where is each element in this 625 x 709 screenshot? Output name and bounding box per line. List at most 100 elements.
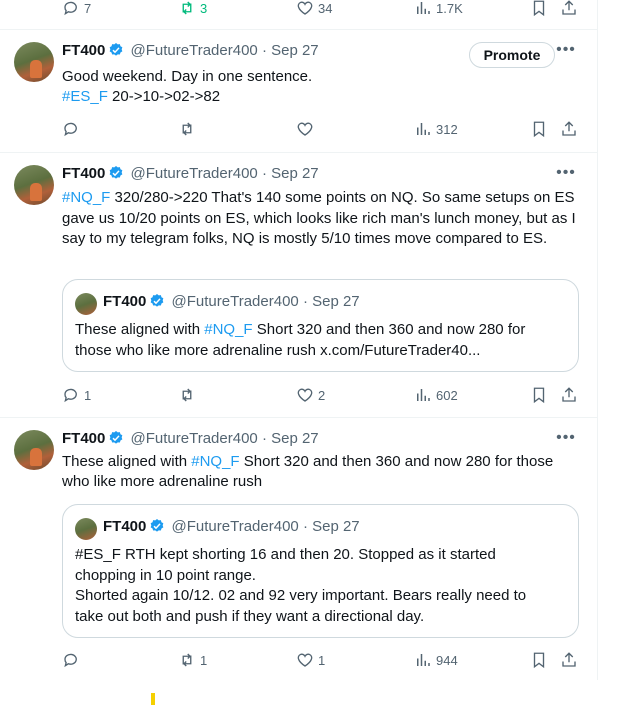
action-bar: 1 1 944 xyxy=(62,650,582,670)
avatar[interactable] xyxy=(14,430,54,470)
reply-button[interactable]: 7 xyxy=(62,0,91,18)
reply-icon xyxy=(64,122,77,137)
tweet[interactable]: FT400 @FutureTrader400 · Sep 27 ••• Thes… xyxy=(0,417,597,680)
timestamp[interactable]: · Sep 27 xyxy=(262,430,319,447)
quoted-header: FT400 @FutureTrader400 · Sep 27 xyxy=(103,292,360,312)
retweet-icon xyxy=(182,653,192,667)
retweet-icon xyxy=(182,122,192,136)
tweet-text-rest: 20->10->02->82 xyxy=(107,88,221,105)
views-icon xyxy=(417,123,430,135)
handle[interactable]: @FutureTrader400 xyxy=(131,165,258,182)
timeline: 7 3 34 1.7K FT400 @FutureTrader400 · Sep… xyxy=(0,0,598,680)
bookmark-button[interactable] xyxy=(530,650,548,670)
timestamp[interactable]: · Sep 27 xyxy=(262,42,319,59)
heart-icon xyxy=(297,1,313,15)
verified-badge-icon xyxy=(110,43,123,56)
tweet-text: Good weekend. Day in one sentence. #ES_F… xyxy=(62,67,582,107)
bookmark-icon xyxy=(533,652,545,669)
like-button[interactable]: 2 xyxy=(296,385,325,405)
like-button[interactable]: 34 xyxy=(296,0,332,18)
heart-icon xyxy=(297,122,313,136)
hashtag-link[interactable]: #NQ_F xyxy=(62,189,110,206)
text-cursor-marker xyxy=(151,693,155,705)
view-count: 1.7K xyxy=(436,0,463,16)
more-options-icon[interactable]: ••• xyxy=(555,42,577,62)
hashtag-link[interactable]: #NQ_F xyxy=(204,321,252,338)
tweet-header: FT400 @FutureTrader400 · Sep 27 xyxy=(62,429,319,449)
verified-badge-icon xyxy=(110,431,123,444)
like-count: 34 xyxy=(318,0,333,16)
quoted-avatar xyxy=(75,293,97,315)
bookmark-button[interactable] xyxy=(530,385,548,405)
reply-icon xyxy=(64,1,77,16)
verified-badge-icon xyxy=(151,519,164,532)
views-button[interactable]: 312 xyxy=(414,119,458,139)
share-button[interactable] xyxy=(560,385,578,405)
bookmark-button[interactable] xyxy=(530,119,548,139)
share-icon xyxy=(562,652,576,667)
views-icon xyxy=(417,389,430,401)
share-button[interactable] xyxy=(560,119,578,139)
reply-button[interactable] xyxy=(62,650,80,670)
display-name[interactable]: FT400 xyxy=(62,165,105,182)
quoted-text-line: Shorted again 10/12. 02 and 92 very impo… xyxy=(75,587,527,604)
quoted-text: These aligned with #NQ_F Short 320 and t… xyxy=(75,320,565,361)
reply-icon xyxy=(64,388,77,403)
reply-icon xyxy=(64,653,77,668)
more-options-icon[interactable]: ••• xyxy=(555,165,577,185)
hashtag-link[interactable]: #ES_F xyxy=(62,88,108,105)
tweet-text-pre: These aligned with xyxy=(62,453,192,470)
retweet-icon xyxy=(182,388,192,402)
quoted-text-pre: These aligned with xyxy=(75,321,205,338)
avatar[interactable] xyxy=(14,42,54,82)
timestamp[interactable]: · Sep 27 xyxy=(262,165,319,182)
quoted-text: #ES_F RTH kept shorting 16 and then 20. … xyxy=(75,545,570,627)
share-button[interactable] xyxy=(560,0,578,18)
quoted-tweet[interactable]: FT400 @FutureTrader400 · Sep 27 These al… xyxy=(62,279,579,372)
like-button[interactable]: 1 xyxy=(296,650,325,670)
quoted-tweet[interactable]: FT400 @FutureTrader400 · Sep 27 #ES_F RT… xyxy=(62,504,579,638)
hashtag-link[interactable]: #NQ_F xyxy=(191,453,239,470)
tweet-text: These aligned with #NQ_F Short 320 and t… xyxy=(62,452,582,492)
reply-count: 7 xyxy=(84,0,92,16)
tweet-text-line: Good weekend. Day in one sentence. xyxy=(62,68,313,85)
views-button[interactable]: 1.7K xyxy=(414,0,463,18)
tweet[interactable]: FT400 @FutureTrader400 · Sep 27 Promote … xyxy=(0,29,597,153)
retweet-button[interactable]: 3 xyxy=(178,0,207,18)
retweet-icon xyxy=(182,1,192,15)
reply-button[interactable]: 1 xyxy=(62,385,91,405)
view-count: 312 xyxy=(436,121,458,137)
more-options-icon[interactable]: ••• xyxy=(555,430,577,450)
reply-button[interactable] xyxy=(62,119,80,139)
retweet-button[interactable] xyxy=(178,119,196,139)
retweet-button[interactable]: 1 xyxy=(178,650,207,670)
tweet[interactable]: FT400 @FutureTrader400 · Sep 27 ••• #NQ_… xyxy=(0,152,597,418)
display-name[interactable]: FT400 xyxy=(62,430,105,447)
share-icon xyxy=(562,121,576,136)
retweet-button[interactable] xyxy=(178,385,196,405)
promote-button[interactable]: Promote xyxy=(469,42,555,68)
quoted-display-name: FT400 xyxy=(103,293,147,310)
bookmark-icon xyxy=(533,0,545,17)
verified-badge-icon xyxy=(151,294,164,307)
share-button[interactable] xyxy=(560,650,578,670)
views-button[interactable]: 602 xyxy=(414,385,458,405)
tweet-header: FT400 @FutureTrader400 · Sep 27 xyxy=(62,41,319,61)
quoted-avatar xyxy=(75,518,97,540)
tweet-text-rest: 320/280->220 That's 140 some points on N… xyxy=(62,189,576,247)
quoted-display-name: FT400 xyxy=(103,518,147,535)
like-button[interactable] xyxy=(296,119,314,139)
handle[interactable]: @FutureTrader400 xyxy=(131,430,258,447)
previous-tweet-actions: 7 3 34 1.7K xyxy=(0,0,597,30)
share-icon xyxy=(562,0,576,15)
quoted-text-line: take out both and push if they want a di… xyxy=(75,607,425,625)
handle[interactable]: @FutureTrader400 xyxy=(131,42,258,59)
tweet-text: #NQ_F 320/280->220 That's 140 some point… xyxy=(62,188,582,250)
action-bar: 1 2 602 xyxy=(62,385,582,405)
heart-icon xyxy=(297,653,313,667)
quoted-text-line: chopping in 10 point range. xyxy=(75,566,256,584)
avatar[interactable] xyxy=(14,165,54,205)
display-name[interactable]: FT400 xyxy=(62,42,105,59)
bookmark-button[interactable] xyxy=(530,0,548,18)
views-button[interactable]: 944 xyxy=(414,650,458,670)
